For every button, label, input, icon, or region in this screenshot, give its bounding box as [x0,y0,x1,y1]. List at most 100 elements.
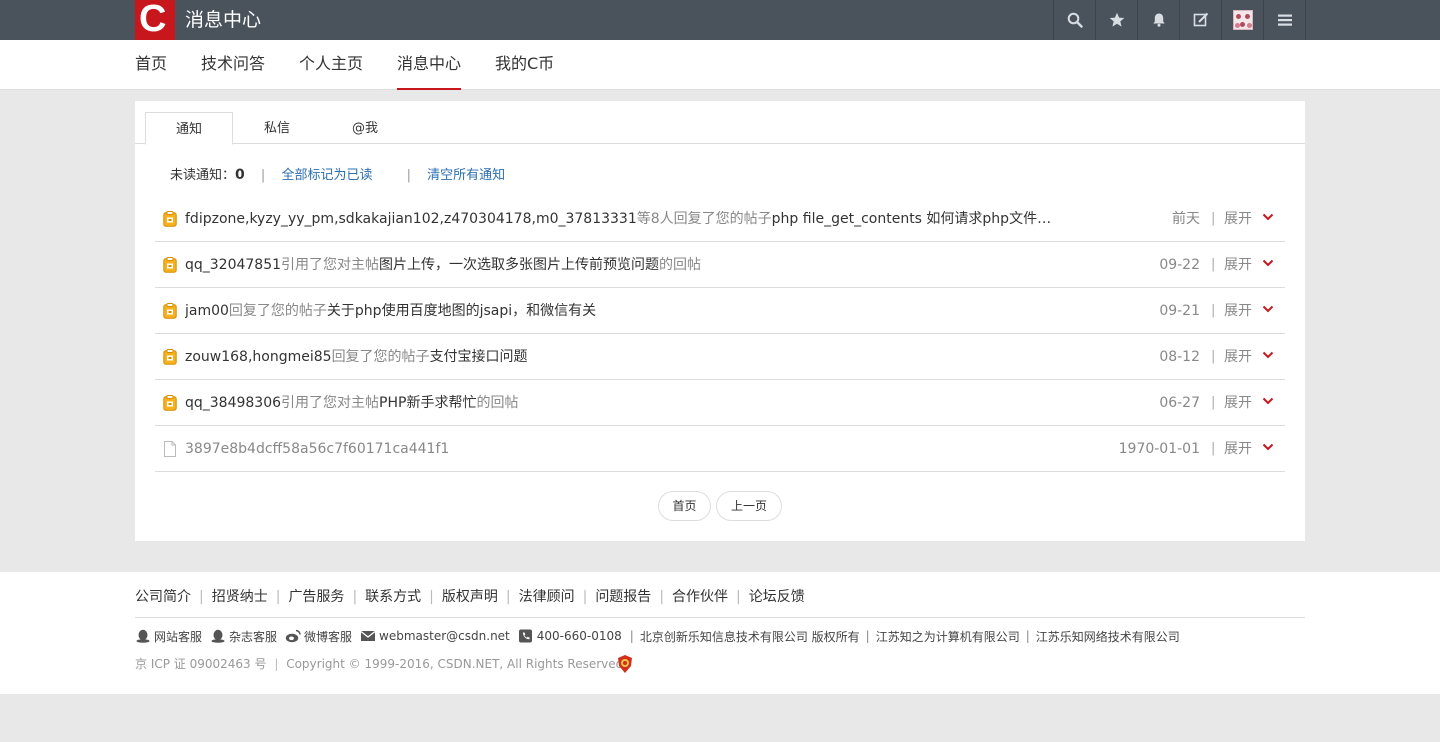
clear-all-link[interactable]: 清空所有通知 [427,168,505,183]
first-page-button[interactable]: 首页 [658,491,711,521]
user-avatar-button[interactable] [1222,0,1264,40]
contact-site-service[interactable]: 网站客服 [135,628,202,645]
notification-row[interactable]: zouw168,hongmei85回复了您的帖子支付宝接口问题 08-12 | 展开 [155,334,1285,380]
contact-phone[interactable]: 400-660-0108 [518,629,622,643]
notification-text-part: 支付宝接口问题 [429,349,528,365]
notification-text-part: qq_38498306 [185,395,282,411]
divider: | [865,629,870,643]
contact-label: 400-660-0108 [536,629,622,643]
footer-copyright: 京 ICP 证 09002463 号 | Copyright © 1999-20… [135,656,623,672]
nav-item-qa[interactable]: 技术问答 [201,40,265,90]
company-1: 北京创新乐知信息技术有限公司 版权所有 [639,629,860,644]
expand-button[interactable]: 展开 [1224,288,1252,334]
notification-row[interactable]: jam00回复了您的帖子关于php使用百度地图的jsapi，和微信有关 09-21… [155,288,1285,334]
chevron-down-icon[interactable] [1262,305,1274,313]
notification-text[interactable]: qq_38498306引用了您对主帖PHP新手求帮忙的回帖 [185,380,518,426]
csdn-logo[interactable]: C [135,0,175,40]
tab-private-messages[interactable]: 私信 [233,112,321,145]
notification-text-part: fdipzone,kyzy_yy_pm,sdkakajian102,z47030… [185,211,637,227]
notification-text-part: 图片上传，一次选取多张图片上传前预览问题 [379,257,660,273]
company-2: 江苏知之为计算机有限公司 [875,629,1020,644]
app-title: 消息中心 [185,9,262,31]
divider: | [1211,257,1216,272]
write-button[interactable] [1180,0,1222,40]
divider: | [352,589,358,605]
police-badge-icon[interactable] [616,654,634,674]
footer-link[interactable]: 广告服务 [288,588,344,606]
footer-link[interactable]: 论坛反馈 [749,588,805,606]
contact-magazine-service[interactable]: 杂志客服 [210,628,277,645]
contact-label: webmaster@csdn.net [379,629,510,643]
notifications-button[interactable] [1138,0,1180,40]
notification-date: 09-21 [1159,303,1200,319]
footer-link[interactable]: 招贤纳士 [212,588,268,606]
notification-text-part: 引用了您对主帖 [281,257,380,273]
nav-item-message-center[interactable]: 消息中心 [397,40,462,90]
qq-icon [211,629,225,643]
notice-icon [163,395,177,411]
chevron-down-icon[interactable] [1262,397,1274,405]
qq-icon [136,629,150,643]
nav-item-home[interactable]: 首页 [135,40,167,90]
notification-date: 前天 [1172,211,1200,227]
favorites-button[interactable] [1096,0,1138,40]
footer-link[interactable]: 合作伙伴 [672,588,728,606]
notification-text[interactable]: fdipzone,kyzy_yy_pm,sdkakajian102,z47030… [185,196,1065,242]
notification-text[interactable]: qq_32047851引用了您对主帖图片上传，一次选取多张图片上传前预览问题的回… [185,242,701,288]
mark-all-read-link[interactable]: 全部标记为已读 [281,168,372,183]
expand-button[interactable]: 展开 [1224,196,1252,242]
chevron-down-icon[interactable] [1262,443,1274,451]
divider: | [260,168,266,183]
nav-item-c-coins[interactable]: 我的C币 [495,40,554,90]
divider: | [1211,441,1216,456]
footer-link[interactable]: 问题报告 [595,588,651,606]
notification-row[interactable]: fdipzone,kyzy_yy_pm,sdkakajian102,z47030… [155,196,1285,242]
message-panel: 通知 私信 @我 未读通知：0 | 全部标记为已读 | 清空所有通知 fdipz… [135,101,1305,541]
footer-link[interactable]: 联系方式 [365,588,421,606]
expand-button[interactable]: 展开 [1224,426,1252,472]
divider: | [406,168,411,183]
notification-text-part: PHP新手求帮忙 [379,395,477,411]
avatar [1232,10,1253,30]
chevron-down-icon[interactable] [1262,213,1274,221]
notification-row[interactable]: 3897e8b4dcff58a56c7f60171ca441f1 1970-01-… [155,426,1285,472]
chevron-down-icon[interactable] [1262,351,1274,359]
footer-link[interactable]: 公司简介 [135,588,191,606]
top-icon-group [1053,0,1306,40]
notification-text[interactable]: zouw168,hongmei85回复了您的帖子支付宝接口问题 [185,334,528,380]
notification-text[interactable]: 3897e8b4dcff58a56c7f60171ca441f1 [185,426,449,472]
notification-row[interactable]: qq_38498306引用了您对主帖PHP新手求帮忙的回帖 06-27 | 展开 [155,380,1285,426]
nav-item-profile[interactable]: 个人主页 [299,40,363,90]
notification-text-part: 回复了您的帖子 [228,303,327,319]
notification-date: 08-12 [1159,349,1200,365]
menu-button[interactable] [1264,0,1306,40]
notification-text-part: 关于php使用百度地图的jsapi，和微信有关 [326,303,597,319]
phone-icon [518,629,532,643]
edit-icon [1193,12,1208,27]
notification-text-part: php file_get_contents 如何请求php文件下的某... [771,211,1065,227]
search-button[interactable] [1054,0,1096,40]
contact-email[interactable]: webmaster@csdn.net [360,629,510,643]
star-icon [1109,12,1124,27]
prev-page-button[interactable]: 上一页 [716,491,782,521]
divider: | [1211,395,1216,410]
notification-text-part: 3897e8b4dcff58a56c7f60171ca441f1 [185,441,450,457]
notification-text[interactable]: jam00回复了您的帖子关于php使用百度地图的jsapi，和微信有关 [185,288,596,334]
bell-icon [1152,13,1165,27]
expand-button[interactable]: 展开 [1224,334,1252,380]
tab-notifications[interactable]: 通知 [145,112,233,145]
divider: | [629,629,634,643]
notification-text-part: qq_32047851 [185,257,282,273]
notification-row[interactable]: qq_32047851引用了您对主帖图片上传，一次选取多张图片上传前预览问题的回… [155,242,1285,288]
icp-number: 京 ICP 证 09002463 号 [135,657,267,671]
divider: | [199,589,204,605]
footer-link[interactable]: 版权声明 [442,588,498,606]
expand-button[interactable]: 展开 [1224,242,1252,288]
tab-mentions[interactable]: @我 [321,112,409,145]
company-3: 江苏乐知网络技术有限公司 [1035,629,1180,644]
contact-weibo-service[interactable]: 微博客服 [285,628,352,645]
footer-link[interactable]: 法律顾问 [519,588,575,606]
chevron-down-icon[interactable] [1262,259,1274,267]
expand-button[interactable]: 展开 [1224,380,1252,426]
notice-icon [163,349,177,365]
